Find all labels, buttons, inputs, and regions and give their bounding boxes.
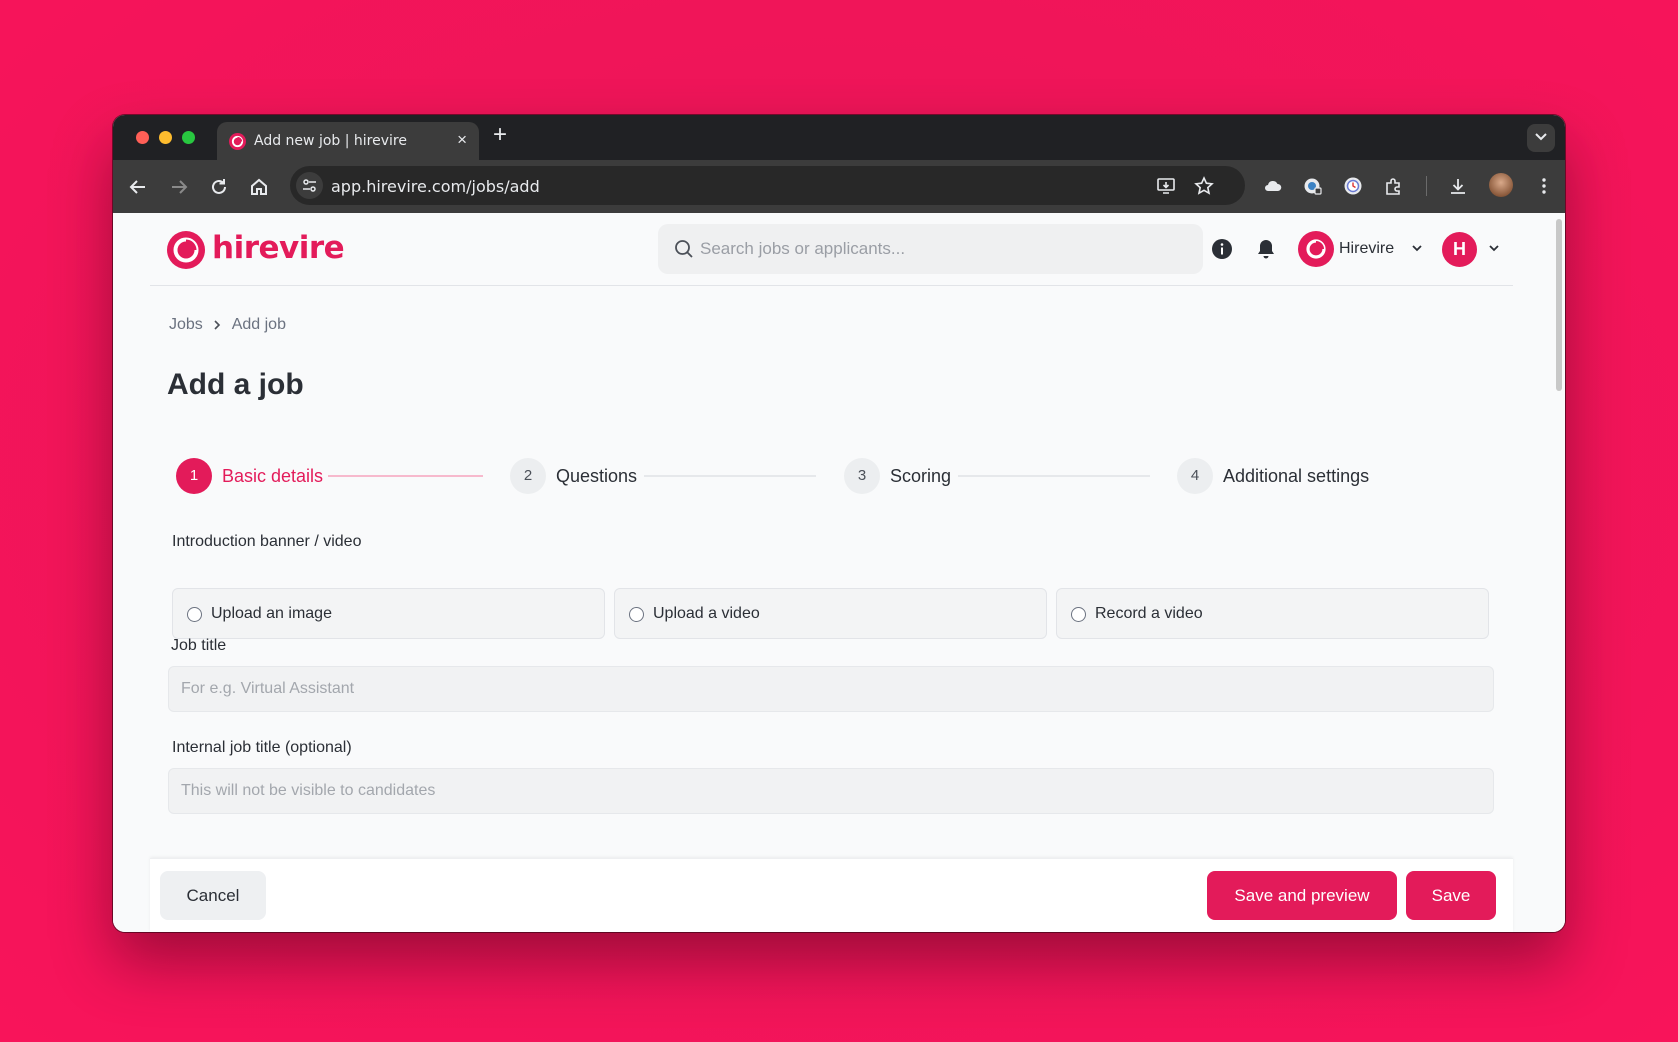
user-menu-chevron-icon[interactable] (1488, 242, 1500, 254)
logo-text: hirevire (212, 230, 345, 266)
extensions-puzzle-icon[interactable] (1383, 176, 1403, 196)
cloud-extension-icon[interactable] (1263, 176, 1283, 196)
tab-search-button[interactable] (1527, 124, 1555, 152)
save-and-preview-button[interactable]: Save and preview (1207, 871, 1397, 920)
breadcrumb-item-jobs[interactable]: Jobs (169, 316, 203, 334)
upload-image-option[interactable]: Upload an image (172, 588, 605, 639)
tab-strip: Add new job | hirevire × + (113, 115, 1565, 160)
chevron-right-icon (214, 320, 221, 330)
step-label: Basic details (222, 466, 324, 486)
breadcrumb: Jobs Add job (169, 316, 286, 334)
intro-banner-label: Introduction banner / video (172, 533, 362, 550)
page-title: Add a job (167, 368, 304, 401)
forward-arrow-icon[interactable] (168, 176, 190, 198)
step-number: 2 (510, 458, 546, 494)
close-window-button[interactable] (136, 131, 149, 144)
breadcrumb-item-add-job: Add job (231, 316, 286, 333)
radio-button[interactable] (629, 607, 644, 622)
search-icon (675, 240, 693, 258)
password-manager-icon[interactable] (1303, 176, 1323, 196)
app-header: hirevire Hirevire H (150, 213, 1513, 286)
tune-icon (303, 179, 316, 192)
job-title-input[interactable] (168, 666, 1494, 712)
toolbar-divider (1426, 176, 1427, 196)
cancel-button[interactable]: Cancel (160, 871, 266, 920)
browser-window: Add new job | hirevire × + app.hirevire.… (113, 115, 1565, 932)
hirevire-favicon-icon (229, 133, 246, 150)
user-avatar[interactable]: H (1442, 232, 1477, 267)
home-icon[interactable] (248, 176, 270, 198)
step-label: Additional settings (1223, 466, 1370, 486)
option-label: Record a video (1095, 605, 1203, 622)
chevron-down-icon (1535, 133, 1547, 141)
job-title-label: Job title (171, 637, 227, 654)
upload-video-option[interactable]: Upload a video (614, 588, 1047, 639)
chevron-down-icon (1412, 245, 1422, 252)
organization-name: Hirevire (1339, 240, 1395, 257)
install-app-icon[interactable] (1156, 176, 1176, 196)
option-label: Upload a video (653, 605, 760, 622)
site-settings-button[interactable] (296, 172, 323, 199)
step-connector (644, 475, 816, 477)
browser-toolbar: app.hirevire.com/jobs/add (113, 160, 1565, 213)
hirevire-logo-icon (167, 231, 205, 269)
address-bar[interactable]: app.hirevire.com/jobs/add (290, 166, 1245, 205)
search-box[interactable] (658, 224, 1203, 274)
download-icon[interactable] (1448, 176, 1468, 196)
bell-icon[interactable] (1255, 238, 1277, 260)
browser-tab[interactable]: Add new job | hirevire × (217, 122, 479, 160)
more-vertical-icon[interactable] (1534, 176, 1554, 196)
record-video-option[interactable]: Record a video (1056, 588, 1489, 639)
url-text[interactable]: app.hirevire.com/jobs/add (331, 177, 540, 196)
scrollbar-thumb[interactable] (1556, 219, 1562, 391)
step-number: 4 (1177, 458, 1213, 494)
step-number: 3 (844, 458, 880, 494)
step-connector (328, 475, 483, 477)
back-arrow-icon[interactable] (127, 176, 149, 198)
info-icon[interactable] (1211, 238, 1233, 260)
step-label: Questions (556, 466, 638, 486)
step-number: 1 (176, 458, 212, 494)
radio-button[interactable] (1071, 607, 1086, 622)
minimize-window-button[interactable] (159, 131, 172, 144)
page-scrollbar[interactable] (1553, 213, 1565, 932)
option-label: Upload an image (211, 605, 332, 622)
internal-job-title-input[interactable] (168, 768, 1494, 814)
browser-profile-avatar[interactable] (1489, 173, 1513, 197)
new-tab-button[interactable]: + (493, 123, 507, 147)
save-button[interactable]: Save (1406, 871, 1496, 920)
clock-extension-icon[interactable] (1343, 176, 1363, 196)
maximize-window-button[interactable] (182, 131, 195, 144)
reload-icon[interactable] (208, 176, 230, 198)
step-label: Scoring (890, 466, 952, 486)
step-connector (958, 475, 1150, 477)
radio-button[interactable] (187, 607, 202, 622)
organization-logo-icon (1298, 231, 1334, 267)
search-input[interactable] (700, 224, 1190, 274)
page-content: hirevire Hirevire H Jobs Add job (113, 213, 1553, 932)
internal-job-title-label: Internal job title (optional) (172, 739, 352, 756)
form-action-bar: Cancel Save and preview Save (150, 858, 1513, 932)
bookmark-star-icon[interactable] (1194, 176, 1214, 196)
tab-close-icon[interactable]: × (457, 130, 467, 150)
tab-title: Add new job | hirevire (254, 133, 407, 149)
